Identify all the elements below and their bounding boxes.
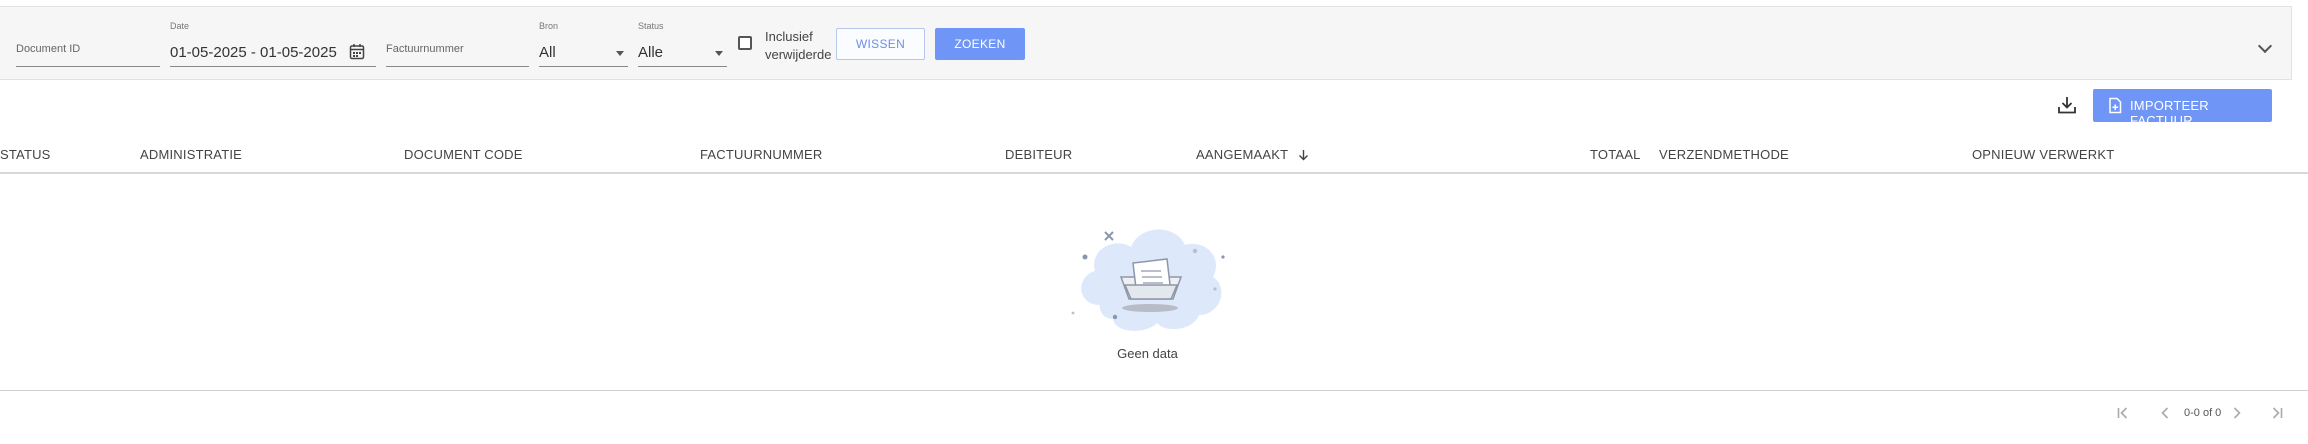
- column-header-status[interactable]: STATUS: [0, 147, 51, 162]
- bron-select[interactable]: Bron All: [539, 19, 628, 67]
- column-header-debiteur[interactable]: DEBITEUR: [1005, 147, 1072, 162]
- date-range-field[interactable]: Date 01-05-2025 - 01-05-2025: [170, 19, 376, 67]
- factuurnummer-field[interactable]: Factuurnummer: [386, 28, 529, 67]
- calendar-icon[interactable]: [349, 43, 365, 60]
- date-label: Date: [170, 21, 190, 31]
- chevron-down-icon: [715, 51, 723, 56]
- arrow-down-icon: [1298, 150, 1308, 161]
- pagination-range: 0-0 of 0: [2184, 407, 2222, 419]
- document-id-field[interactable]: Document ID: [16, 28, 160, 67]
- empty-inbox-illustration: [1071, 229, 1225, 331]
- importeer-factuur-label: IMPORTEER FACTUUR: [2130, 98, 2209, 128]
- column-header-opnieuw-verwerkt[interactable]: OPNIEUW VERWERKT: [1972, 147, 2114, 162]
- importeer-factuur-button[interactable]: IMPORTEER FACTUUR: [2093, 89, 2272, 128]
- factuurnummer-placeholder: Factuurnummer: [386, 43, 464, 55]
- inclusief-label-line1: Inclusief: [765, 29, 813, 44]
- chevron-down-icon[interactable]: [2257, 38, 2273, 54]
- zoeken-button[interactable]: ZOEKEN: [935, 28, 1025, 60]
- column-header-document-code[interactable]: DOCUMENT CODE: [404, 147, 523, 162]
- empty-state-text: Geen data: [1117, 346, 1178, 361]
- download-icon[interactable]: [2056, 94, 2078, 116]
- bron-value: All: [539, 44, 556, 61]
- filter-bar: Document ID Date 01-05-2025 - 01-05-2025…: [0, 6, 2292, 80]
- footer-divider: [0, 390, 2308, 391]
- first-page-icon[interactable]: [2115, 405, 2131, 421]
- column-header-aangemaakt-label: AANGEMAAKT: [1196, 147, 1289, 162]
- chevron-down-icon: [616, 51, 624, 56]
- last-page-icon[interactable]: [2269, 405, 2285, 421]
- add-document-icon: [2109, 97, 2122, 114]
- inclusief-label-line2: verwijderde: [765, 47, 832, 62]
- column-header-aangemaakt[interactable]: AANGEMAAKT: [1196, 147, 1309, 162]
- wissen-button[interactable]: WISSEN: [836, 28, 925, 60]
- inclusief-verwijderde-label: Inclusief verwijderde: [765, 28, 831, 64]
- previous-page-icon[interactable]: [2157, 405, 2173, 421]
- table-header-divider: [0, 172, 2308, 174]
- bron-label: Bron: [539, 21, 559, 31]
- column-header-totaal[interactable]: TOTAAL: [1590, 147, 1641, 162]
- column-header-verzendmethode[interactable]: VERZENDMETHODE: [1659, 147, 1789, 162]
- column-header-factuurnummer[interactable]: FACTUURNUMMER: [700, 147, 822, 162]
- next-page-icon[interactable]: [2229, 405, 2245, 421]
- date-range-value: 01-05-2025 - 01-05-2025: [170, 44, 337, 61]
- inclusief-verwijderde-checkbox[interactable]: [738, 36, 752, 50]
- status-label: Status: [638, 21, 664, 31]
- status-select[interactable]: Status Alle: [638, 19, 727, 67]
- document-id-placeholder: Document ID: [16, 43, 81, 55]
- column-header-administratie[interactable]: ADMINISTRATIE: [140, 147, 242, 162]
- status-value: Alle: [638, 44, 664, 61]
